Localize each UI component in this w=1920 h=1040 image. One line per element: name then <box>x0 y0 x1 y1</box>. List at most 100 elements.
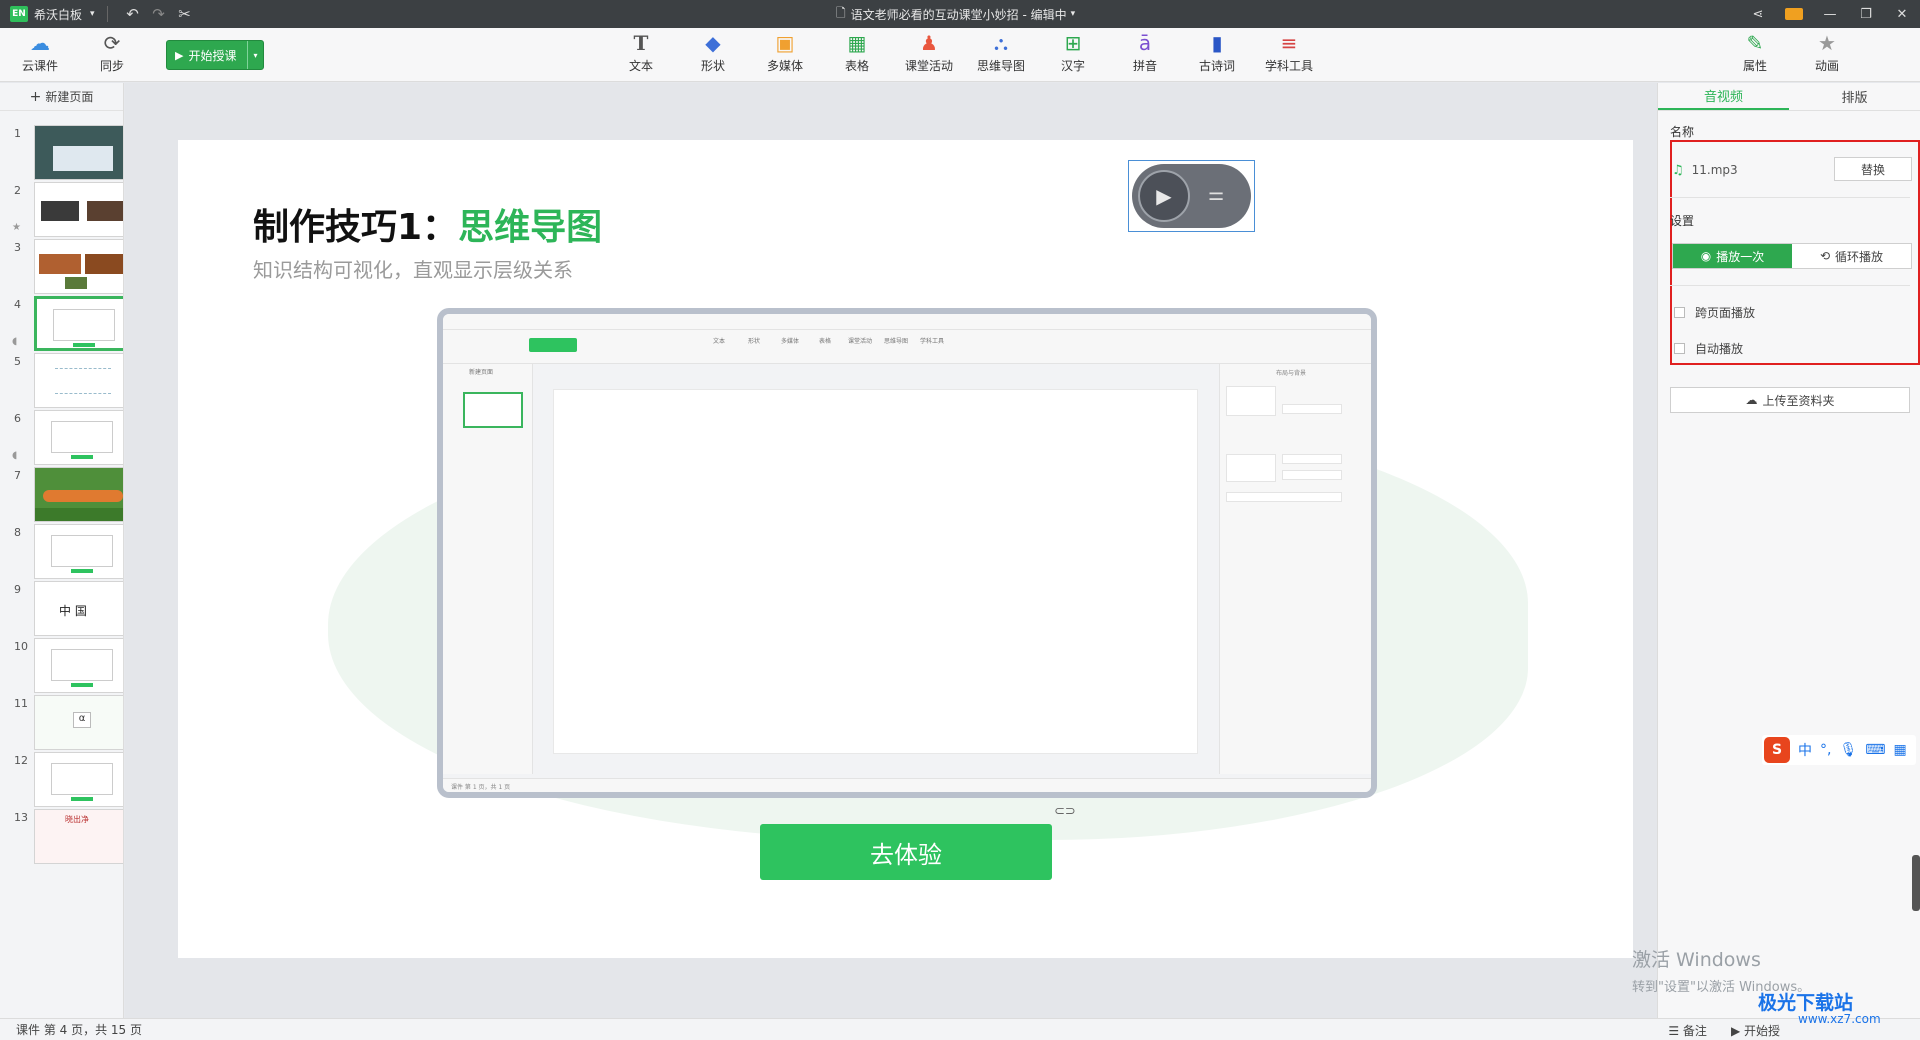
slide-title[interactable]: 制作技巧1：思维导图 <box>253 198 602 250</box>
link-icon[interactable]: ⊂⊃ <box>1054 804 1076 819</box>
playback-mode-toggle[interactable]: ◉ 播放一次 ⟲ 循环播放 <box>1672 243 1912 269</box>
upload-to-folder-button[interactable]: ☁ 上传至资料夹 <box>1670 387 1910 413</box>
cross-page-checkbox[interactable]: 跨页面播放 <box>1674 304 1755 321</box>
minimize-button[interactable]: — <box>1812 7 1848 22</box>
tool-subject[interactable]: ≡ 学科工具 <box>1259 32 1319 74</box>
tool-text[interactable]: T 文本 <box>611 32 671 74</box>
props-label: 属性 <box>1742 59 1767 73</box>
page-thumbnail[interactable]: 6 ◖ <box>0 410 123 468</box>
page-number: 4 <box>14 298 21 311</box>
tool-label: 古诗词 <box>1198 59 1235 73</box>
slide-subtitle[interactable]: 知识结构可视化，直观显示层级关系 <box>253 254 573 283</box>
microphone-icon[interactable]: 🎙 <box>1839 742 1857 758</box>
ime-toolbar[interactable]: S 中 °, 🎙 ⌨ ▦ <box>1762 735 1916 765</box>
tool-label: 思维导图 <box>976 59 1025 73</box>
replace-button[interactable]: 替换 <box>1834 157 1912 181</box>
app-name[interactable]: 希沃白板 <box>34 6 82 23</box>
thumbnail-text: 中 国 <box>59 604 87 618</box>
start-teaching-button[interactable]: ▶ 开始授课 ▾ <box>166 40 264 70</box>
checkbox[interactable] <box>1674 343 1685 354</box>
notes-button[interactable]: ☰ 备注 <box>1668 1022 1707 1039</box>
notes-label: 备注 <box>1682 1023 1707 1038</box>
punctuation-icon[interactable]: °, <box>1820 742 1831 758</box>
mock-tool-label: 课堂活动 <box>847 338 872 345</box>
tool-shape[interactable]: ◆ 形状 <box>683 32 743 74</box>
properties-panel: 音视频 排版 名称 ♫ 11.mp3 替换 设置 ◉ 播放一次 ⟲ 循环播放 跨页面… <box>1657 83 1920 1018</box>
new-page-button[interactable]: + 新建页面 <box>0 83 123 111</box>
tool-poetry[interactable]: ▮ 古诗词 <box>1187 32 1247 74</box>
mock-box <box>1282 470 1342 480</box>
close-button[interactable]: ✕ <box>1884 7 1920 22</box>
page-thumbnail[interactable]: 2 ★ <box>0 182 123 240</box>
page-list-panel: + 新建页面 1 2 ★ 3 4 ◖ 5 6 ◖ 7 8 9 中 国 10 11… <box>0 83 124 1018</box>
play-icon: ▶ <box>1730 1023 1744 1038</box>
play-icon[interactable]: ▶ <box>1138 170 1190 222</box>
checkbox[interactable] <box>1674 307 1685 318</box>
start-dropdown-icon[interactable]: ▾ <box>247 41 263 69</box>
tool-media[interactable]: ▣ 多媒体 <box>755 32 815 74</box>
start-teaching-status-button[interactable]: ▶ 开始授 <box>1731 1022 1780 1039</box>
screenshot-image[interactable]: 文本 形状 多媒体 表格 课堂活动 思维导图 学科工具 新建页面 布局与背景 课… <box>437 308 1377 798</box>
cut-icon[interactable]: ✂ <box>172 5 198 23</box>
page-thumbnail[interactable]: 7 <box>0 467 123 525</box>
share-icon[interactable]: ⋖ <box>1740 7 1776 22</box>
side-drag-handle[interactable] <box>1912 855 1920 911</box>
cloud-courseware-button[interactable]: ☁ 云课件 <box>10 32 70 74</box>
sync-label: 同步 <box>99 59 124 73</box>
tool-label: 课堂活动 <box>904 59 953 73</box>
page-number: 11 <box>14 697 28 710</box>
sync-button[interactable]: ⟳ 同步 <box>82 32 142 74</box>
thumbnail-image <box>34 296 123 351</box>
sogou-logo-icon: S <box>1764 737 1790 763</box>
settings-sliders-icon[interactable]: ⚌ <box>1208 184 1224 205</box>
slide-canvas[interactable]: 制作技巧1：思维导图 知识结构可视化，直观显示层级关系 ▶ ⚌ 文本 形状 多媒… <box>178 140 1633 958</box>
page-thumbnail[interactable]: 8 <box>0 524 123 582</box>
tool-class-activity[interactable]: ♟ 课堂活动 <box>899 32 959 74</box>
thumbnail-text: 晓出净 <box>65 815 89 824</box>
tool-hanzi[interactable]: ⊞ 汉字 <box>1043 32 1103 74</box>
cloud-label: 云课件 <box>21 59 58 73</box>
animation-button[interactable]: ★ 动画 <box>1797 32 1857 74</box>
thumbnail-image <box>34 638 123 693</box>
mail-icon[interactable] <box>1785 8 1803 20</box>
loop-play-button[interactable]: ⟲ 循环播放 <box>1792 244 1911 268</box>
tool-pinyin[interactable]: ā 拼音 <box>1115 32 1175 74</box>
page-number: 13 <box>14 811 28 824</box>
grid-icon[interactable]: ▦ <box>1893 742 1906 758</box>
app-menu-caret-icon[interactable]: ▾ <box>90 9 95 19</box>
mock-box <box>1226 492 1342 502</box>
page-thumbnail[interactable]: 12 <box>0 752 123 810</box>
audio-player-selected[interactable]: ▶ ⚌ <box>1128 160 1255 232</box>
tool-mindmap[interactable]: ⛬ 思维导图 <box>971 32 1031 74</box>
play-once-button[interactable]: ◉ 播放一次 <box>1673 244 1792 268</box>
keyboard-icon[interactable]: ⌨ <box>1865 742 1885 758</box>
page-thumbnail[interactable]: 9 中 国 <box>0 581 123 639</box>
tool-table[interactable]: ▦ 表格 <box>827 32 887 74</box>
activate-title: 激活 Windows <box>1632 949 1761 971</box>
mock-panel-title: 布局与背景 <box>1276 370 1307 377</box>
document-title[interactable]: 🗋 语文老师必看的互动课堂小妙招 - 编辑中 ▾ <box>836 0 1075 28</box>
page-thumbnail[interactable]: 1 <box>0 125 123 183</box>
site-watermark-url: www.xz7.com <box>1798 1012 1881 1026</box>
properties-button[interactable]: ✎ 属性 <box>1725 32 1785 74</box>
page-number: 12 <box>14 754 28 767</box>
page-thumbnail[interactable]: 3 <box>0 239 123 297</box>
page-thumbnail[interactable]: 5 <box>0 353 123 411</box>
page-thumbnail-active[interactable]: 4 ◖ <box>0 296 123 354</box>
tab-audio-video[interactable]: 音视频 <box>1658 83 1789 110</box>
redo-icon[interactable]: ↷ <box>146 5 172 23</box>
page-thumbnail[interactable]: 13 晓出净 <box>0 809 123 867</box>
try-it-button[interactable]: 去体验 <box>760 824 1052 880</box>
page-thumbnail[interactable]: 11 α <box>0 695 123 753</box>
undo-icon[interactable]: ↶ <box>120 5 146 23</box>
anim-label: 动画 <box>1814 59 1839 73</box>
mock-toolbar: 文本 形状 多媒体 表格 课堂活动 思维导图 学科工具 <box>443 330 1371 364</box>
restore-button[interactable]: ❐ <box>1848 7 1884 22</box>
page-thumbnail[interactable]: 10 <box>0 638 123 696</box>
subject-tools-icon: ≡ <box>1280 31 1298 55</box>
tab-layout[interactable]: 排版 <box>1789 83 1920 110</box>
ime-mode[interactable]: 中 <box>1798 740 1812 760</box>
auto-play-checkbox[interactable]: 自动播放 <box>1674 340 1743 357</box>
hanzi-icon: ⊞ <box>1064 31 1082 55</box>
activity-icon: ♟ <box>920 31 938 55</box>
